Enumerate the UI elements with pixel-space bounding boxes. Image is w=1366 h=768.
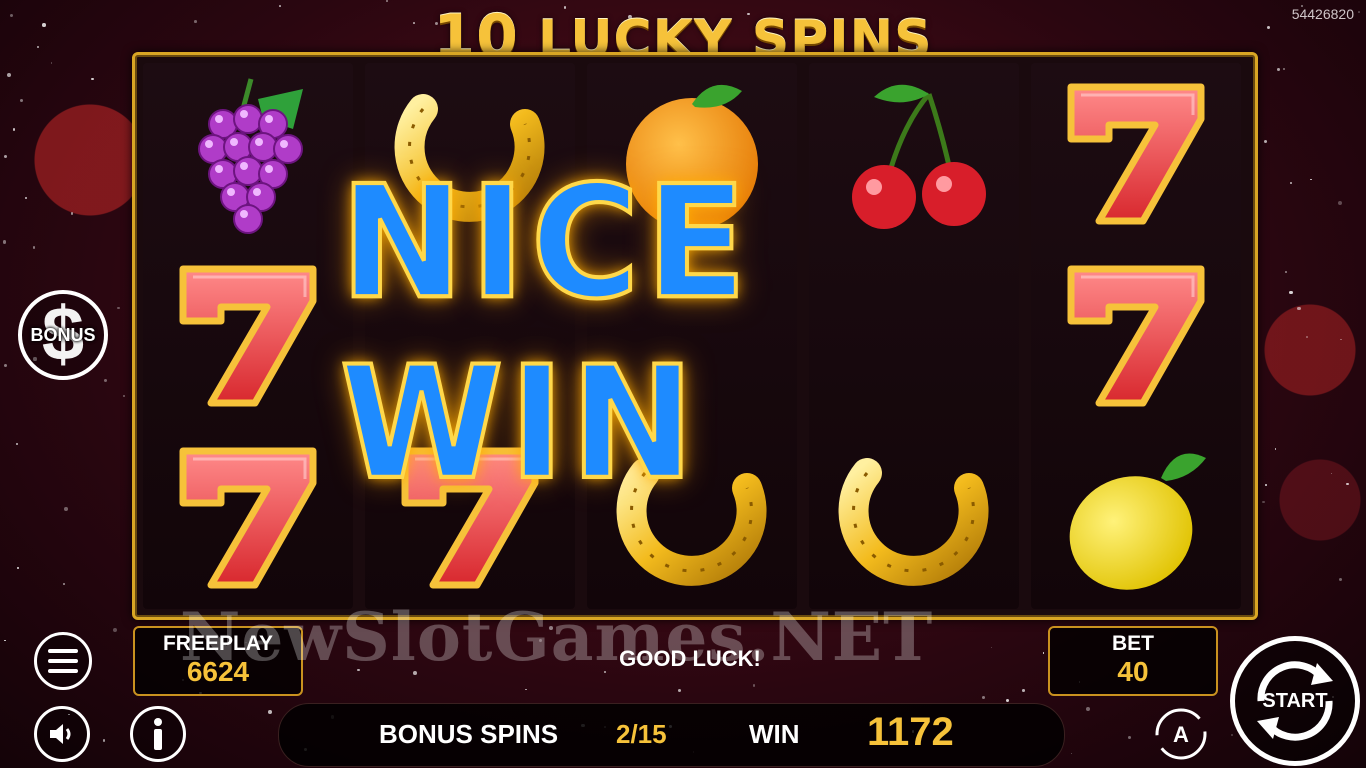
sparkle-dot (752, 684, 755, 687)
win-banner: NICE WIN (338, 150, 1040, 515)
bottom-info-bar: BONUS SPINS 2/15 WIN 1172 (278, 703, 1065, 767)
bonus-spins-label: BONUS SPINS (379, 719, 559, 749)
sparkle-dot (1265, 484, 1267, 487)
sparkle-dot (1042, 652, 1045, 655)
sparkle-dot (17, 567, 19, 569)
seven-icon (1031, 63, 1241, 245)
sparkle-dot (525, 688, 528, 691)
svg-text:A: A (1173, 722, 1189, 747)
sparkle-dot (1274, 448, 1277, 450)
bet-label: BET (1112, 632, 1154, 655)
seven-icon (143, 245, 353, 427)
sparkle-dot (1297, 306, 1301, 311)
sparkle-dot (12, 128, 16, 131)
autoplay-button[interactable]: A (1153, 706, 1209, 762)
sparkle-dot (1338, 577, 1343, 582)
sparkle-dot (268, 709, 272, 714)
sparkle-dot (112, 627, 117, 632)
sparkle-dot (1127, 735, 1131, 739)
info-icon (154, 718, 162, 750)
menu-icon (48, 649, 78, 673)
bonus-badge-label: BONUS (30, 324, 96, 345)
sparkle-dot (63, 582, 66, 585)
bonus-spins-value: 2/15 (616, 719, 667, 749)
sparkle-dot (117, 306, 121, 310)
sparkle-dot (123, 394, 126, 398)
start-button[interactable]: START (1230, 636, 1360, 766)
sparkle-dot (1285, 270, 1287, 273)
start-label: START (1262, 689, 1328, 712)
sparkle-dot (7, 72, 11, 77)
win-value: 1172 (867, 710, 954, 754)
sparkle-dot (3, 154, 7, 158)
sparkle-dot (102, 739, 105, 742)
sound-button[interactable] (34, 706, 90, 762)
sparkle-dot (1290, 182, 1292, 185)
autoplay-icon: A (1155, 708, 1207, 760)
sparkle-dot (1262, 500, 1265, 504)
sparkle-dot (1230, 733, 1234, 737)
reel-1 (143, 63, 353, 609)
sparkle-dot (1005, 698, 1010, 703)
info-button[interactable] (130, 706, 186, 762)
session-id: 54426820 (1291, 6, 1354, 22)
sparkle-dot (1306, 336, 1309, 338)
bonus-badge[interactable]: $ BONUS (18, 290, 108, 380)
sparkle-dot (990, 646, 993, 649)
speaker-icon (50, 724, 71, 744)
sparkle-dot (19, 98, 23, 102)
lemon-icon (1031, 427, 1241, 609)
sparkle-dot (1310, 178, 1312, 181)
sparkle-dot (32, 245, 36, 249)
reel-5 (1031, 63, 1241, 609)
sparkle-dot (4, 639, 6, 642)
sparkle-dot (104, 378, 108, 382)
sparkle-dot (1340, 338, 1342, 341)
sparkle-dot (1337, 201, 1342, 206)
sparkle-dot (1022, 688, 1026, 692)
sparkle-dot (64, 507, 68, 512)
sparkle-dot (24, 196, 27, 199)
sparkle-dot (1263, 140, 1267, 144)
sparkle-dot (91, 77, 94, 81)
seven-icon (143, 427, 353, 609)
sparkle-dot (70, 212, 74, 215)
sparkle-dot (15, 442, 18, 446)
sparkle-dot (1346, 482, 1349, 486)
sparkle-dot (678, 688, 682, 692)
menu-button[interactable] (34, 632, 92, 690)
sparkle-dot (1086, 707, 1091, 712)
win-label: WIN (749, 719, 800, 749)
status-message: GOOD LUCK! (619, 646, 761, 671)
seven-icon (1031, 245, 1241, 427)
sparkle-dot (1330, 473, 1332, 475)
sparkle-dot (2, 239, 7, 244)
bet-box[interactable]: BET 40 (1048, 626, 1218, 696)
sparkle-dot (982, 696, 986, 700)
bet-value: 40 (1117, 656, 1149, 687)
sparkle-dot (4, 364, 8, 368)
sparkle-dot (1070, 753, 1072, 755)
sparkle-dot (1289, 290, 1293, 295)
grapes-icon (143, 63, 353, 245)
